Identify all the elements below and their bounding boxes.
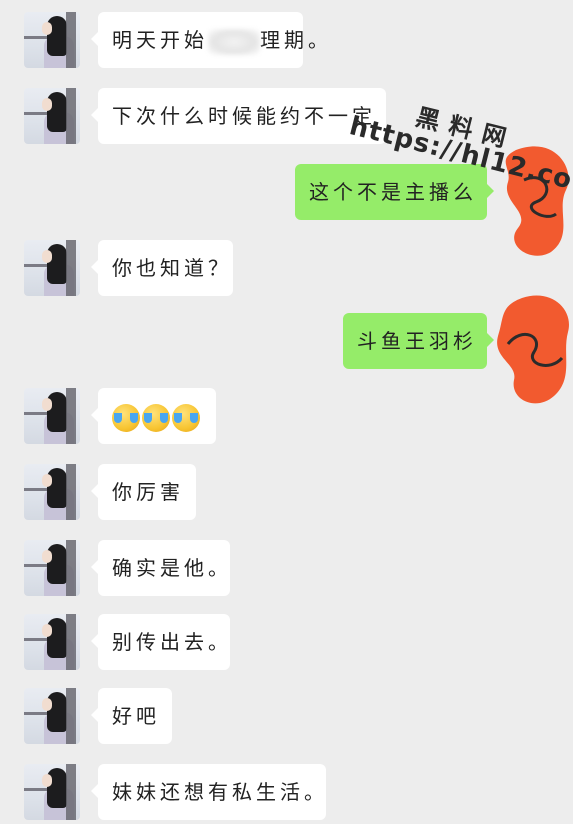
message-row: 别传出去。 [0, 614, 573, 674]
message-bubble-incoming[interactable]: 别传出去。 [91, 614, 232, 670]
message-bubble-incoming[interactable]: 下次什么时候能约不一定 [91, 88, 386, 144]
message-text: 别传出去。 [112, 630, 232, 654]
message-bubble-incoming[interactable]: 明天开始 理期。 [91, 12, 328, 68]
avatar[interactable] [24, 388, 80, 444]
message-row: 明天开始 理期。 [0, 12, 573, 72]
avatar[interactable] [24, 464, 80, 520]
message-bubble-incoming[interactable]: 你厉害 [91, 464, 196, 520]
message-row [0, 388, 573, 448]
message-row: 确实是他。 [0, 540, 573, 600]
avatar[interactable] [24, 688, 80, 744]
cry-laugh-emoji [112, 403, 140, 432]
message-row: 妹妹还想有私生活。 [0, 764, 573, 824]
message-bubble-incoming[interactable]: 妹妹还想有私生活。 [91, 764, 328, 820]
redaction-blur [208, 28, 260, 55]
cry-laugh-emoji [172, 403, 200, 432]
avatar[interactable] [24, 614, 80, 670]
message-text-after: 理期。 [260, 28, 332, 52]
message-bubble-incoming[interactable] [91, 388, 216, 444]
avatar[interactable] [24, 12, 80, 68]
avatar[interactable] [24, 240, 80, 296]
message-bubble-outgoing[interactable]: 斗鱼王羽杉 [343, 313, 494, 369]
message-text: 你也知道？ [112, 256, 232, 280]
message-text: 好吧 [112, 704, 160, 728]
cry-laugh-emoji [142, 403, 170, 432]
message-text: 确实是他。 [112, 556, 232, 580]
avatar[interactable] [24, 764, 80, 820]
message-text: 你厉害 [112, 480, 184, 504]
avatar[interactable] [24, 540, 80, 596]
message-row: 斗鱼王羽杉 [0, 313, 573, 373]
message-row: 你也知道？ [0, 240, 573, 300]
message-row: 好吧 [0, 688, 573, 748]
message-text: 明天开始 [112, 28, 208, 52]
message-text: 下次什么时候能约不一定 [112, 104, 376, 128]
avatar[interactable] [24, 88, 80, 144]
message-text: 妹妹还想有私生活。 [112, 780, 328, 804]
message-bubble-incoming[interactable]: 你也知道？ [91, 240, 233, 296]
message-bubble-incoming[interactable]: 确实是他。 [91, 540, 232, 596]
message-bubble-incoming[interactable]: 好吧 [91, 688, 172, 744]
chat-view: 明天开始理期。 下次什么时候能约不一定 这个不是主播么 你也知道？ 斗鱼王羽杉 [0, 0, 573, 820]
message-text: 斗鱼王羽杉 [357, 329, 477, 353]
message-row: 你厉害 [0, 464, 573, 524]
